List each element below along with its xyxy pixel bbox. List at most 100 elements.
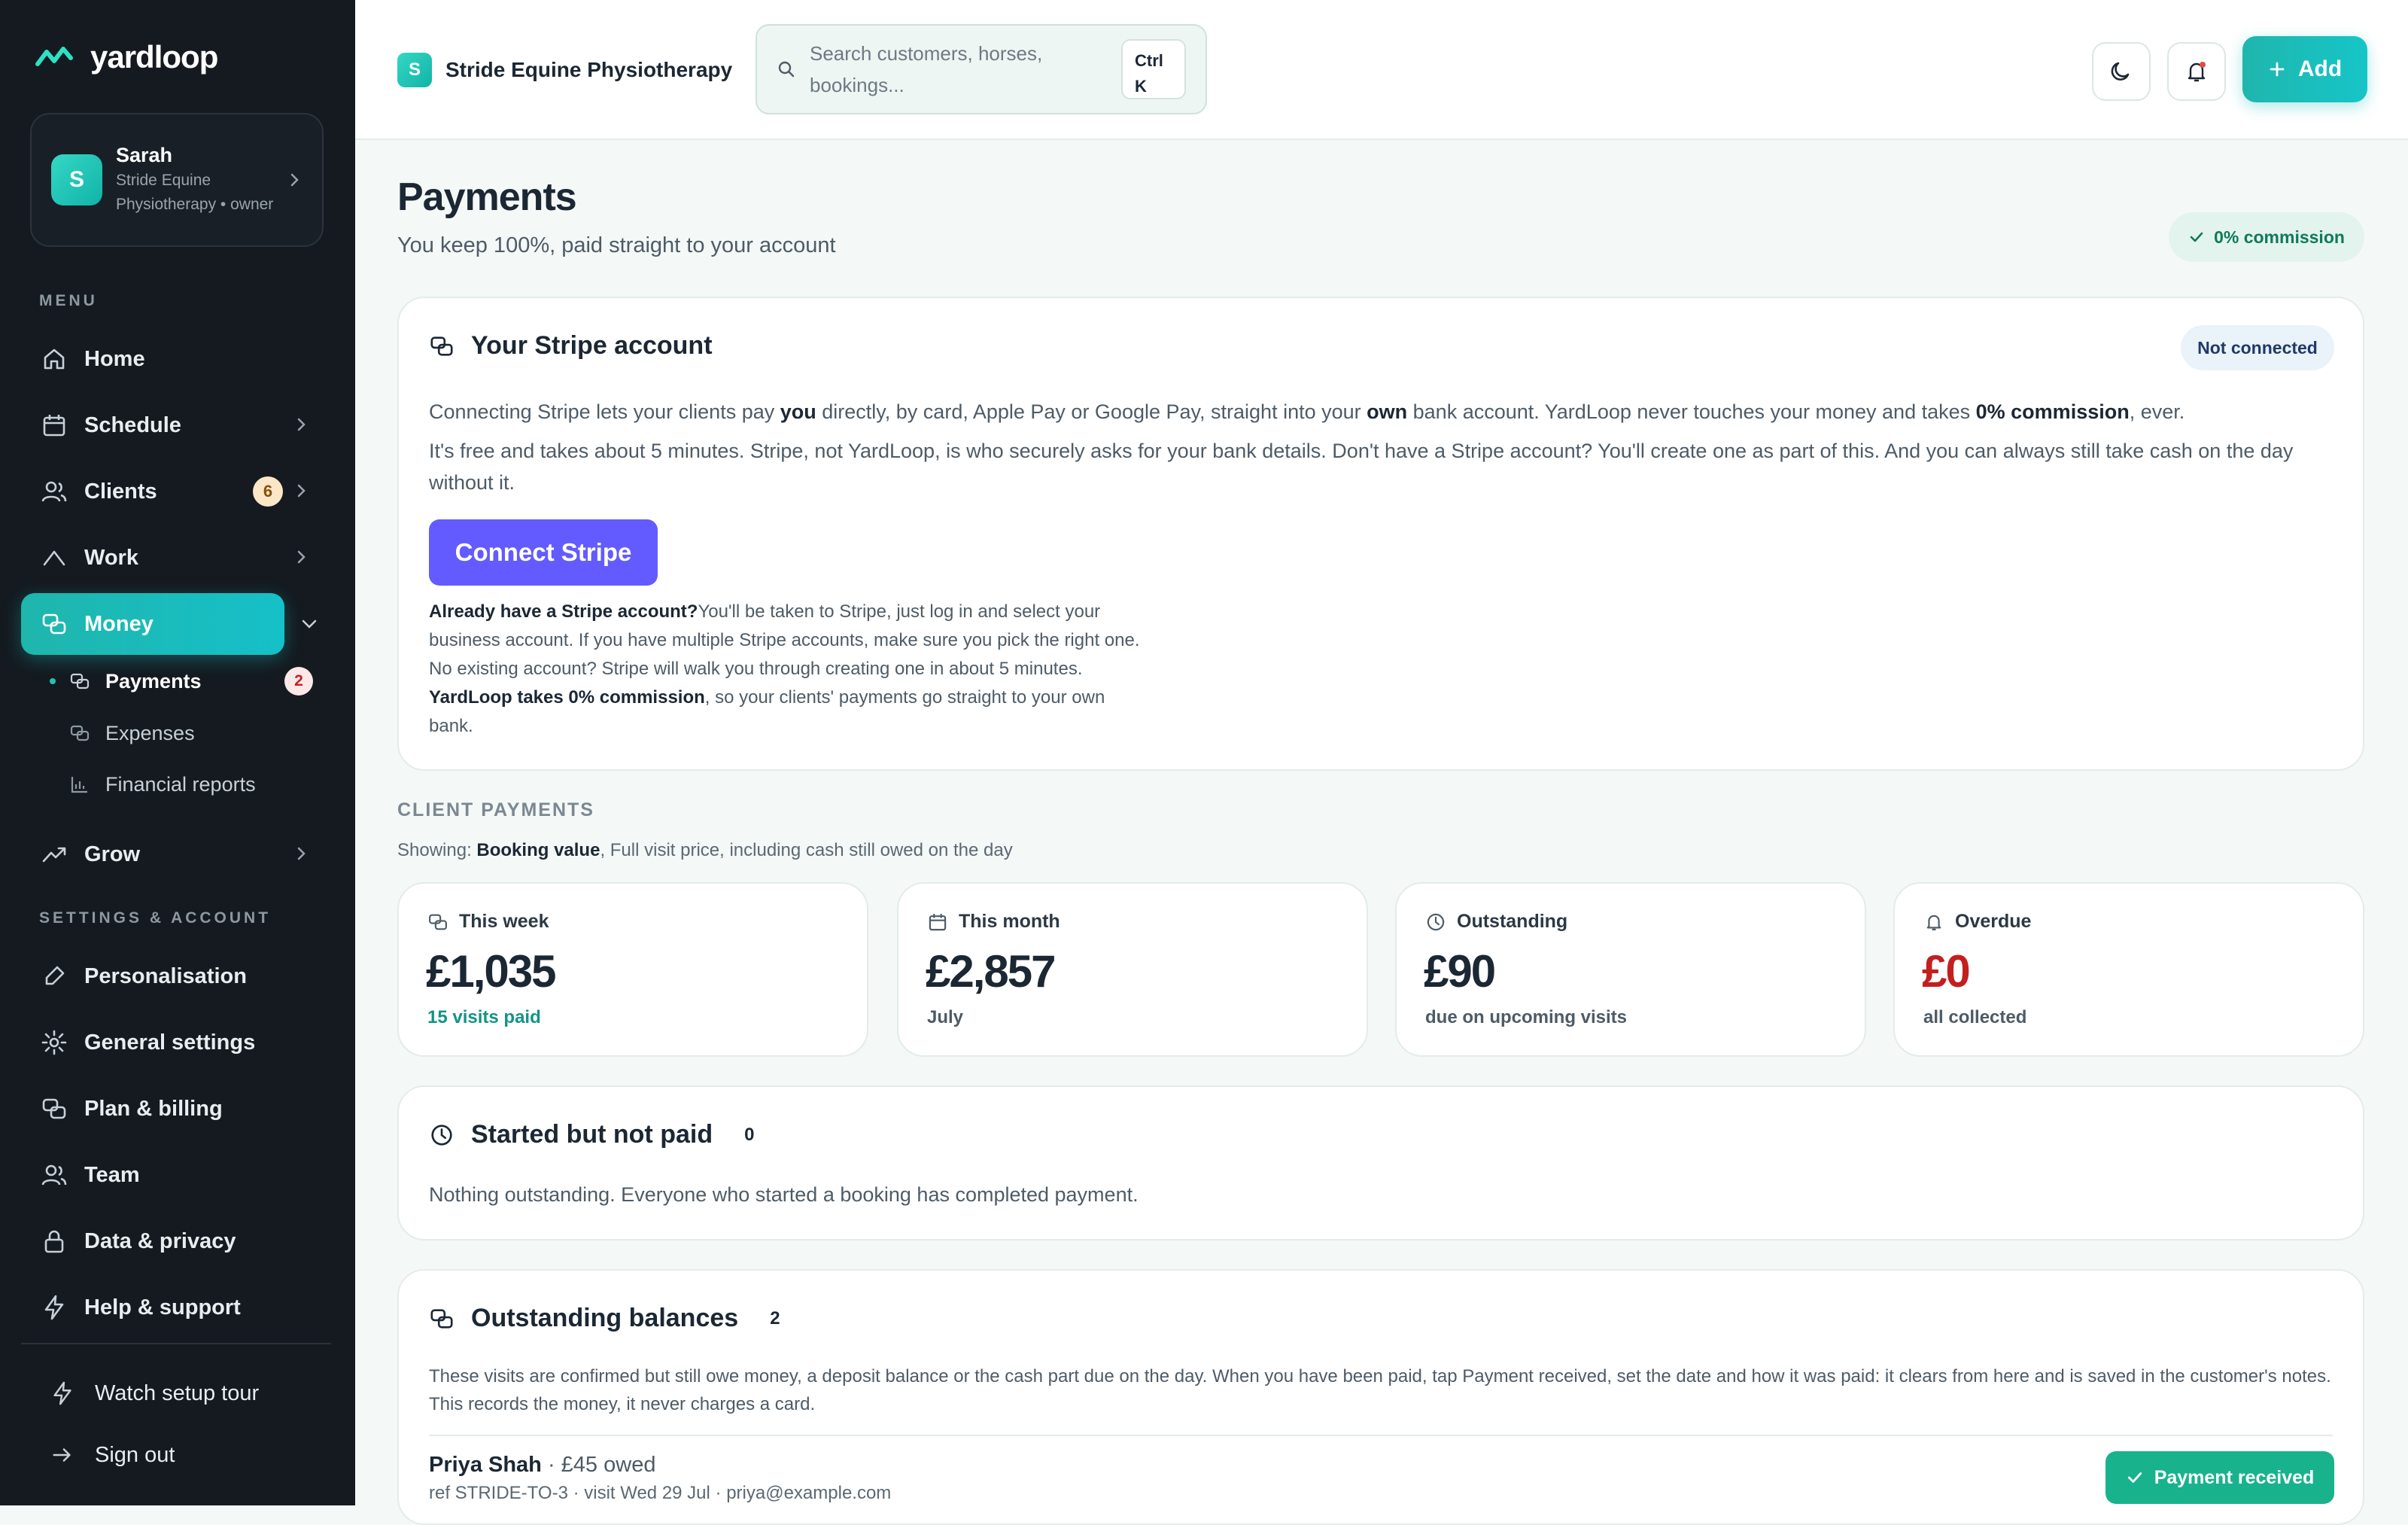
stripe-note: Already have a Stripe account?You'll be … bbox=[429, 598, 1151, 741]
sidebar-item-label: Personalisation bbox=[84, 963, 247, 988]
brand[interactable]: yardloop bbox=[35, 39, 218, 75]
sidebar-subitem-payments[interactable]: Payments 2 bbox=[50, 661, 321, 702]
table-row-meta: ref STRIDE-TO-3 · visit Wed 29 Jul · pri… bbox=[429, 1483, 892, 1503]
chevron-right-icon bbox=[297, 418, 306, 431]
sidebar-item-label: Money bbox=[84, 611, 154, 636]
client-payments-label: CLIENT PAYMENTS bbox=[397, 799, 594, 820]
page-subtitle: You keep 100%, paid straight to your acc… bbox=[397, 233, 836, 257]
stat-value: £2,857 bbox=[926, 946, 1057, 997]
bolt-icon bbox=[53, 1381, 71, 1405]
clients-count-badge: 6 bbox=[253, 476, 283, 507]
sidebar-item-home[interactable]: Home bbox=[21, 328, 322, 390]
sidebar-subitem-label: Payments bbox=[105, 669, 202, 692]
sidebar-subitem-label: Expenses bbox=[105, 721, 195, 744]
bell-icon bbox=[2188, 62, 2206, 82]
account-subtitle: Stride Equine Physiotherapy • owner bbox=[116, 171, 274, 213]
sidebar-item-help-support[interactable]: Help & support bbox=[21, 1277, 322, 1338]
text: bank account. YardLoop never touches you… bbox=[1407, 400, 1976, 423]
menu-label: MENU bbox=[39, 292, 98, 309]
stat-value: £0 bbox=[1922, 946, 1971, 997]
stat-card-outstanding[interactable]: Outstanding £90 due on upcoming visits bbox=[1395, 882, 1866, 1057]
sidebar-item-data-privacy[interactable]: Data & privacy bbox=[21, 1210, 322, 1272]
brand-name: yardloop bbox=[90, 39, 218, 75]
started-count: 0 bbox=[744, 1124, 755, 1145]
footer-label: Watch setup tour bbox=[95, 1380, 260, 1405]
stat-value: £90 bbox=[1424, 946, 1496, 997]
users-icon bbox=[41, 1164, 67, 1186]
connect-stripe-button[interactable]: Connect Stripe bbox=[429, 519, 658, 586]
search-placeholder: Search customers, horses, bookings... bbox=[810, 42, 1043, 96]
amount-owed: · £45 owed bbox=[541, 1453, 656, 1477]
connection-status-badge: Not connected bbox=[2181, 325, 2334, 370]
stripe-info: It's free and takes about 5 minutes. Str… bbox=[429, 440, 2294, 494]
stat-card-this-month[interactable]: This month £2,857 July bbox=[897, 882, 1368, 1057]
calendar-icon bbox=[929, 913, 947, 930]
sidebar-item-clients[interactable]: Clients 6 bbox=[21, 461, 322, 522]
stripe-card-title: Your Stripe account bbox=[471, 331, 713, 360]
shortcut-key-k: K bbox=[1135, 77, 1147, 96]
text-bold[interactable]: Booking value bbox=[476, 840, 600, 860]
sidebar-item-label: Grow bbox=[84, 842, 141, 866]
sidebar-item-label: Home bbox=[84, 346, 145, 371]
sidebar-divider bbox=[21, 1343, 331, 1344]
sidebar-item-money[interactable]: Money bbox=[21, 593, 284, 655]
check-icon bbox=[2190, 232, 2203, 242]
payment-received-button[interactable]: Payment received bbox=[2105, 1451, 2334, 1504]
text-bold: YardLoop takes 0% commission bbox=[429, 687, 705, 708]
sidebar-subitem-label: Financial reports bbox=[105, 772, 256, 796]
stripe-description: Connecting Stripe lets your clients pay … bbox=[429, 396, 2333, 428]
lock-icon bbox=[44, 1230, 64, 1253]
search-input[interactable]: Search customers, horses, bookings... Ct… bbox=[756, 24, 1207, 114]
clock-icon bbox=[431, 1124, 452, 1146]
stat-card-this-week[interactable]: This week £1,035 15 visits paid bbox=[397, 882, 868, 1057]
theme-toggle-button[interactable] bbox=[2092, 42, 2151, 101]
sidebar-item-team[interactable]: Team bbox=[21, 1144, 322, 1206]
text: directly, by card, Apple Pay or Google P… bbox=[816, 400, 1367, 423]
stat-subtext: 15 visits paid bbox=[427, 1007, 541, 1027]
coins-icon bbox=[430, 1308, 453, 1329]
sidebar-item-label: Schedule bbox=[84, 412, 181, 437]
chevron-down-icon[interactable] bbox=[299, 614, 319, 634]
chevron-right-icon bbox=[290, 173, 299, 187]
add-button-label: Add bbox=[2297, 56, 2343, 81]
sign-out-link[interactable]: Sign out bbox=[50, 1429, 175, 1481]
organization[interactable]: S Stride Equine Physiotherapy bbox=[397, 53, 732, 87]
commission-badge: 0% commission bbox=[2169, 212, 2364, 262]
account-switcher[interactable]: S Sarah Stride Equine Physiotherapy • ow… bbox=[30, 113, 324, 247]
stat-label: This month bbox=[959, 911, 1060, 932]
sidebar-item-schedule[interactable]: Schedule bbox=[21, 394, 322, 456]
text: Showing: bbox=[397, 840, 477, 860]
text: , ever. bbox=[2129, 400, 2185, 423]
watch-setup-tour-link[interactable]: Watch setup tour bbox=[50, 1367, 259, 1420]
client-payments-showing: Showing: Booking value, Full visit price… bbox=[397, 840, 1013, 861]
sidebar-item-label: Work bbox=[84, 545, 138, 570]
sidebar-item-plan-billing[interactable]: Plan & billing bbox=[21, 1078, 322, 1140]
stat-subtext: all collected bbox=[1923, 1007, 2027, 1027]
sidebar-item-grow[interactable]: Grow bbox=[21, 823, 322, 885]
users-icon bbox=[41, 481, 67, 502]
text: Connecting Stripe lets your clients pay bbox=[429, 400, 780, 423]
brush-icon bbox=[45, 966, 65, 985]
sidebar-subitem-expenses[interactable]: Expenses bbox=[69, 713, 195, 753]
coins-icon bbox=[70, 673, 90, 689]
payment-received-label: Payment received bbox=[2154, 1466, 2315, 1488]
coins-icon bbox=[42, 613, 66, 635]
stat-label: Overdue bbox=[1955, 911, 2032, 932]
stat-card-overdue[interactable]: Overdue £0 all collected bbox=[1893, 882, 2364, 1057]
table-row-name[interactable]: Priya Shah · £45 owed bbox=[429, 1453, 655, 1478]
sidebar-subitem-financial-reports[interactable]: Financial reports bbox=[69, 764, 256, 805]
sidebar-item-work[interactable]: Work bbox=[21, 527, 322, 589]
notifications-button[interactable] bbox=[2167, 42, 2226, 101]
add-button[interactable]: Add bbox=[2242, 36, 2367, 102]
plus-icon bbox=[2270, 62, 2285, 77]
text-bold: you bbox=[780, 400, 816, 423]
sidebar-item-general-settings[interactable]: General settings bbox=[21, 1012, 322, 1073]
active-dot bbox=[50, 678, 56, 684]
bar-chart-icon bbox=[71, 777, 87, 793]
coins-icon bbox=[429, 914, 447, 930]
text-bold: 0% commission bbox=[1975, 400, 2130, 423]
chevron-right-icon bbox=[297, 484, 306, 498]
started-card-header: Started but not paid 0 bbox=[429, 1120, 754, 1149]
sidebar-item-personalisation[interactable]: Personalisation bbox=[21, 945, 322, 1007]
shortcut-key-ctrl: Ctrl bbox=[1135, 51, 1163, 70]
